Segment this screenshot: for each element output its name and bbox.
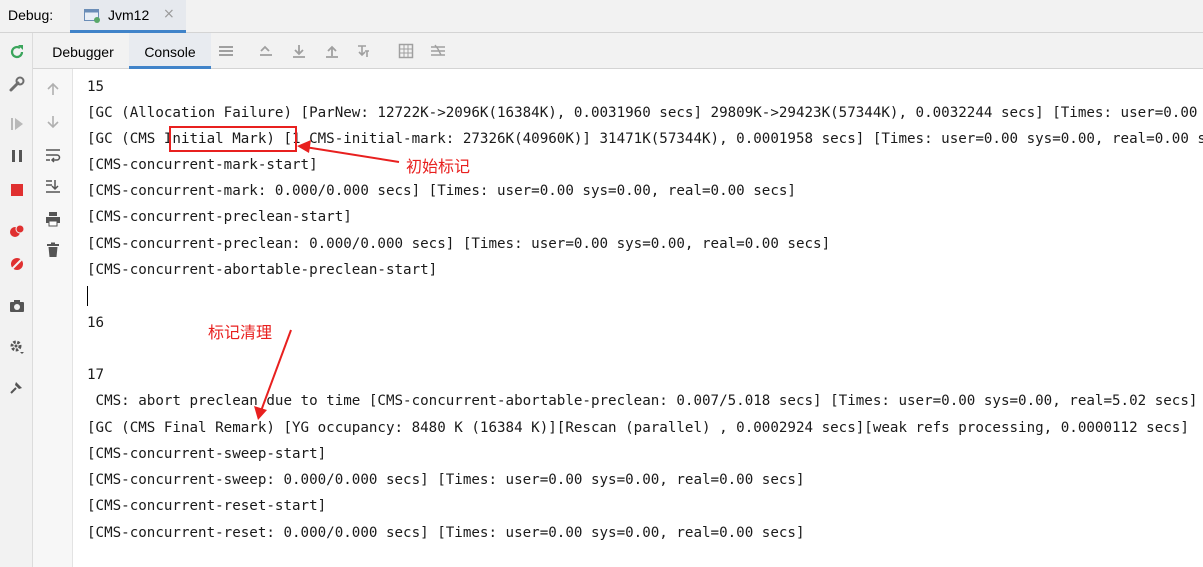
gear-icon[interactable] — [6, 336, 28, 358]
remark-arrowhead — [254, 406, 267, 420]
pin-icon[interactable] — [6, 376, 28, 398]
tab-debugger[interactable]: Debugger — [41, 33, 125, 69]
step-over-icon[interactable] — [290, 42, 308, 60]
mute-breakpoints-icon[interactable] — [6, 253, 28, 275]
debug-tool-window-header: Debug: Jvm12 × — [0, 0, 1203, 33]
trash-icon[interactable] — [43, 240, 63, 260]
soft-wrap-icon[interactable] — [43, 145, 63, 165]
debug-side-toolbar — [0, 33, 33, 567]
annotation-initial-mark: 初始标记 — [406, 157, 471, 176]
scroll-to-end-icon[interactable] — [43, 176, 63, 196]
rerun-icon[interactable] — [6, 41, 28, 63]
resume-icon[interactable] — [6, 113, 28, 135]
run-config-tab-label: Jvm12 — [108, 7, 150, 23]
arrow-up-icon[interactable] — [43, 79, 63, 99]
view-breakpoints-icon[interactable] — [6, 220, 28, 242]
settings-wrench-icon[interactable] — [6, 73, 28, 95]
show-execution-point-icon[interactable] — [257, 42, 275, 60]
initial-mark-arrow-line — [304, 146, 400, 163]
run-config-icon — [84, 8, 100, 23]
step-into-icon[interactable] — [323, 42, 341, 60]
console-output[interactable]: 15 [GC (Allocation Failure) [ParNew: 127… — [73, 69, 1203, 567]
annotation-remark: 标记清理 — [208, 323, 273, 342]
initial-mark-arrowhead — [297, 140, 311, 153]
debug-label: Debug: — [8, 7, 54, 23]
tab-console[interactable]: Console — [129, 33, 211, 69]
tab-debugger-label: Debugger — [52, 44, 114, 60]
console-gutter-toolbar — [33, 69, 73, 567]
menu-lines-icon[interactable] — [217, 42, 235, 60]
tab-console-label: Console — [144, 44, 196, 60]
stop-icon[interactable] — [6, 179, 28, 201]
close-icon[interactable]: × — [163, 6, 175, 22]
annotation-arrows — [254, 140, 400, 420]
camera-icon[interactable] — [6, 295, 28, 317]
trace-stream-icon[interactable] — [429, 42, 447, 60]
run-to-cursor-icon[interactable] — [355, 42, 373, 60]
pause-icon[interactable] — [6, 145, 28, 167]
debug-tabs-toolbar: Debugger Console — [33, 33, 1203, 69]
print-icon[interactable] — [43, 209, 63, 229]
evaluate-expression-icon[interactable] — [397, 42, 415, 60]
run-config-tab[interactable]: Jvm12 × — [70, 0, 186, 33]
arrow-down-icon[interactable] — [43, 112, 63, 132]
